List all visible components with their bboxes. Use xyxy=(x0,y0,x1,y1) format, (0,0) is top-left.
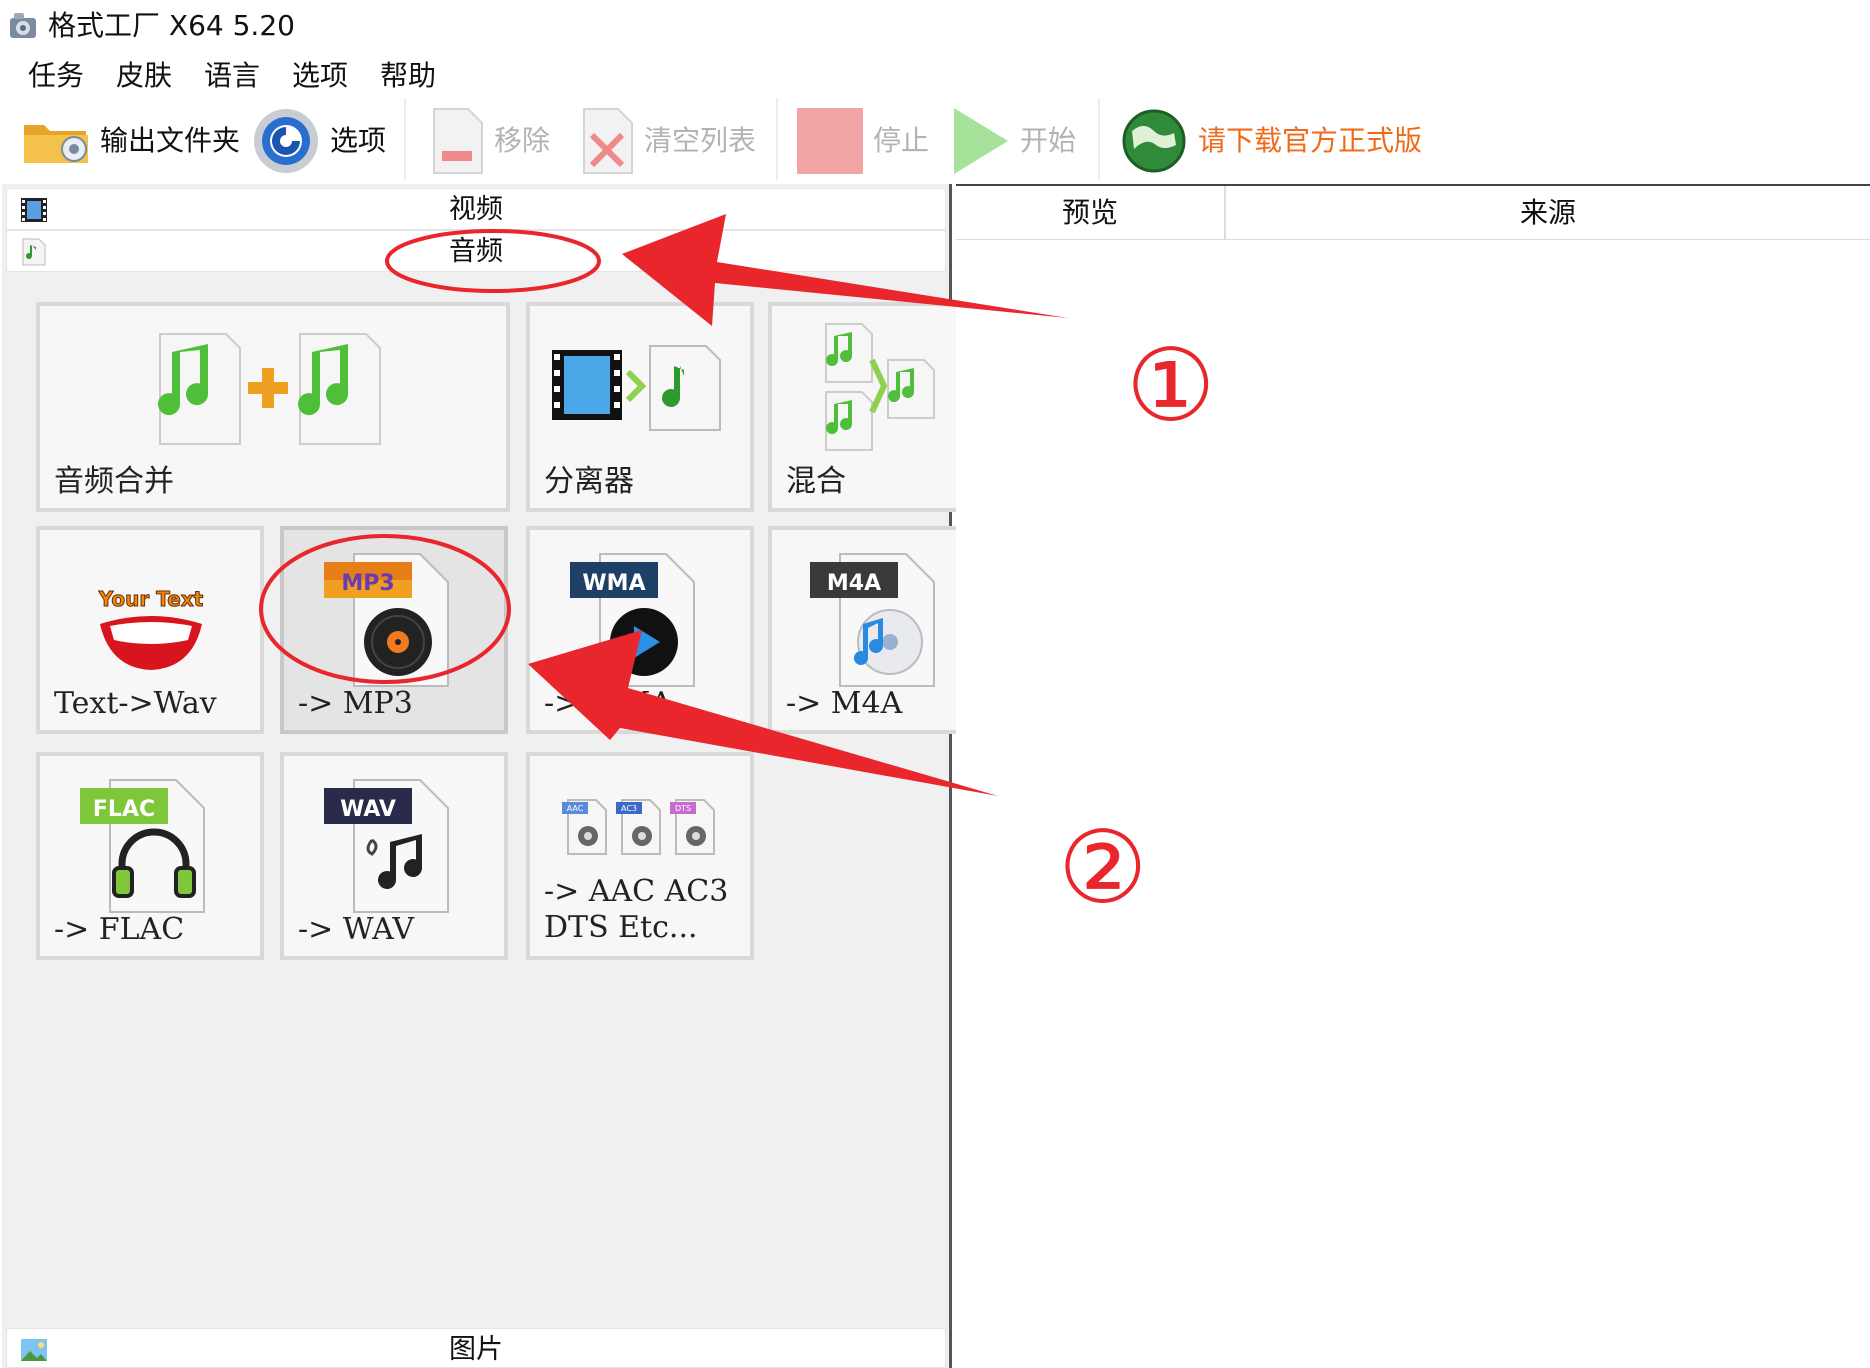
file-list-header: 预览 来源 xyxy=(956,184,1870,240)
wma-file-icon: WMA xyxy=(570,553,695,687)
app-logo-icon xyxy=(10,13,36,38)
menu-options[interactable]: 选项 xyxy=(288,58,352,94)
tile-to-wma[interactable]: WMA -> WMA xyxy=(526,526,754,734)
toolbar: 输出文件夹 选项 移除 清空列表 停止 开始 请下载官方正式版 xyxy=(0,100,1870,182)
tile-mix[interactable]: 混合 xyxy=(768,302,968,512)
file-list-panel: 预览 来源 xyxy=(956,184,1870,1368)
tile-splitter[interactable]: 分离器 xyxy=(526,302,754,512)
play-icon xyxy=(954,108,1008,174)
remove-label: 移除 xyxy=(494,124,551,157)
menu-skin[interactable]: 皮肤 xyxy=(112,58,176,94)
stop-icon xyxy=(797,108,863,174)
menu-language[interactable]: 语言 xyxy=(200,58,264,94)
mp3-file-icon: MP3 xyxy=(324,553,449,687)
menu-help[interactable]: 帮助 xyxy=(376,58,440,94)
category-video-label: 视频 xyxy=(449,194,503,225)
category-audio[interactable]: 音频 xyxy=(6,230,946,272)
step-number-1: ① xyxy=(1126,327,1216,444)
tile-to-aac-ac3-dts[interactable]: AAC AC3 DTS -> AAC AC3 DTS Etc... xyxy=(526,752,754,960)
remove-button[interactable]: 移除 xyxy=(430,100,550,182)
category-video[interactable]: 视频 xyxy=(6,188,946,230)
svg-text:WMA: WMA xyxy=(582,571,645,596)
title-bar: 格式工厂 X64 5.20 xyxy=(0,0,1870,52)
toolbar-separator xyxy=(404,98,406,180)
download-official-label: 请下载官方正式版 xyxy=(1198,124,1423,157)
output-folder-label: 输出文件夹 xyxy=(100,124,241,157)
gear-icon xyxy=(254,109,318,173)
tile-to-mp3-label: -> MP3 xyxy=(298,686,413,721)
wav-file-icon: WAV xyxy=(324,779,449,913)
tile-to-m4a[interactable]: M4A -> M4A xyxy=(768,526,968,734)
clear-list-label: 清空列表 xyxy=(644,124,757,157)
tile-audio-merge-label: 音频合并 xyxy=(54,464,174,499)
m4a-file-icon: M4A xyxy=(810,553,935,687)
audio-merge-icon xyxy=(158,333,381,445)
start-button[interactable]: 开始 xyxy=(950,100,1076,182)
column-source[interactable]: 来源 xyxy=(1226,186,1870,240)
svg-text:AC3: AC3 xyxy=(621,804,637,813)
toolbar-separator xyxy=(1098,98,1100,180)
step-number-2: ② xyxy=(1058,809,1148,926)
window-title: 格式工厂 X64 5.20 xyxy=(48,9,295,42)
tile-mix-label: 混合 xyxy=(786,464,846,499)
menu-task[interactable]: 任务 xyxy=(24,58,88,94)
tile-to-wav[interactable]: WAV -> WAV xyxy=(280,752,508,960)
tile-audio-merge[interactable]: 音频合并 xyxy=(36,302,510,512)
tile-splitter-label: 分离器 xyxy=(544,464,634,499)
svg-text:M4A: M4A xyxy=(827,571,881,596)
options-button[interactable]: 选项 xyxy=(250,100,386,182)
svg-text:Your Text: Your Text xyxy=(98,587,204,611)
tile-to-wma-label: -> WMA xyxy=(544,686,673,721)
function-panel: 视频 音频 音频合并 分离器 混合 Your Text Text->Wav MP… xyxy=(2,184,968,1368)
clear-list-icon xyxy=(583,108,633,174)
svg-text:MP3: MP3 xyxy=(341,571,394,596)
toolbar-separator xyxy=(776,98,778,180)
tile-text-to-wav-label: Text->Wav xyxy=(54,686,217,721)
mouth-icon: Your Text xyxy=(97,587,204,670)
output-folder-button[interactable]: 输出文件夹 xyxy=(20,100,240,182)
category-image-label: 图片 xyxy=(449,1334,503,1365)
tile-to-wav-label: -> WAV xyxy=(298,912,414,947)
download-official-button[interactable]: 请下载官方正式版 xyxy=(1118,100,1422,182)
category-image[interactable]: 图片 xyxy=(6,1328,946,1368)
tile-to-mp3[interactable]: MP3 -> MP3 xyxy=(280,526,508,734)
clear-list-button[interactable]: 清空列表 xyxy=(580,100,756,182)
stop-label: 停止 xyxy=(873,124,930,157)
tile-text-to-wav[interactable]: Your Text Text->Wav xyxy=(36,526,264,734)
start-label: 开始 xyxy=(1020,124,1077,157)
svg-text:WAV: WAV xyxy=(340,797,396,822)
tile-to-m4a-label: -> M4A xyxy=(786,686,903,721)
stop-button[interactable]: 停止 xyxy=(795,100,929,182)
category-audio-label: 音频 xyxy=(449,236,503,267)
tile-to-aac-ac3-dts-label: -> AAC AC3 DTS Etc... xyxy=(544,874,729,945)
remove-doc-icon xyxy=(433,108,483,174)
tile-to-flac-label: -> FLAC xyxy=(54,912,185,947)
svg-text:AAC: AAC xyxy=(567,804,584,813)
aac-ac3-dts-icon: AAC AC3 DTS xyxy=(562,799,715,855)
tile-to-flac[interactable]: FLAC -> FLAC xyxy=(36,752,264,960)
splitter-icon xyxy=(552,345,721,431)
column-preview[interactable]: 预览 xyxy=(956,186,1224,240)
flac-file-icon: FLAC xyxy=(80,779,205,913)
options-label: 选项 xyxy=(330,124,387,157)
folder-icon xyxy=(24,125,88,163)
svg-text:FLAC: FLAC xyxy=(93,797,155,822)
mix-icon xyxy=(825,323,935,451)
svg-text:DTS: DTS xyxy=(675,804,691,813)
menu-bar: 任务 皮肤 语言 选项 帮助 xyxy=(0,54,1870,98)
globe-icon xyxy=(1122,109,1186,173)
